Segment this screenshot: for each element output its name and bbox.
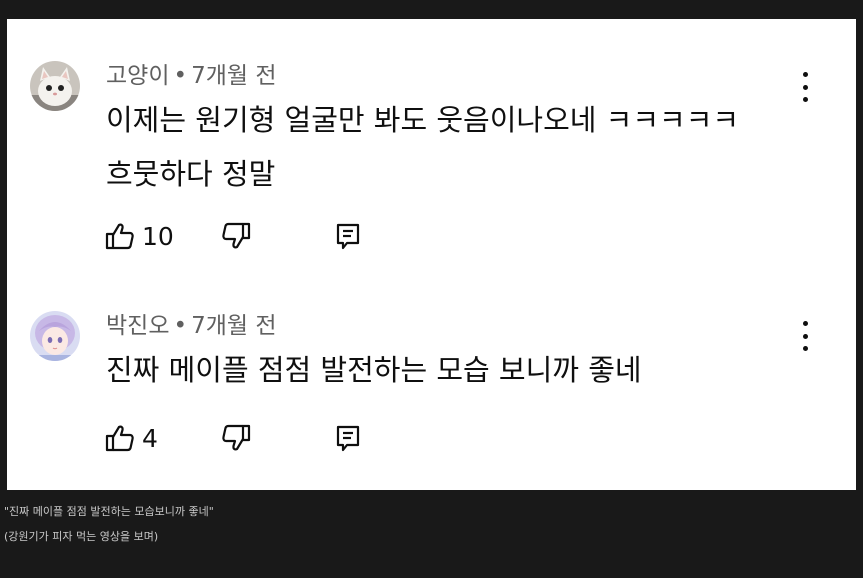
- meta-separator: •: [173, 63, 188, 89]
- comments-panel: 고양이 • 7개월 전 이제는 원기형 얼굴만 봐도 웃음이나오네 ㅋㅋㅋㅋㅋ 흐뭇…: [7, 19, 856, 490]
- reply-button[interactable]: [332, 218, 364, 254]
- comment-line: 진짜 메이플 점점 발전하는 모습 보니까 좋네: [106, 353, 642, 387]
- more-vert-icon[interactable]: [793, 321, 817, 351]
- comment-line: 이제는 원기형 얼굴만 봐도 웃음이나오네 ㅋㅋㅋㅋㅋ: [106, 103, 740, 137]
- like-button[interactable]: 10: [104, 218, 174, 254]
- dislike-button[interactable]: [220, 218, 252, 254]
- like-button[interactable]: 4: [104, 420, 158, 456]
- reply-icon: [336, 425, 360, 452]
- cat-avatar-icon: [30, 61, 80, 111]
- comment-text: 진짜 메이플 점점 발전하는 모습 보니까 좋네: [106, 347, 642, 393]
- comment-meta: 고양이 • 7개월 전: [106, 61, 277, 91]
- anime-avatar-icon: [30, 311, 80, 361]
- caption-note: (강원기가 피자 먹는 영상을 보며): [4, 530, 159, 543]
- comment-time[interactable]: 7개월 전: [191, 313, 276, 339]
- comment-line: 흐뭇하다 정말: [106, 157, 276, 191]
- like-count: 4: [142, 423, 158, 453]
- comment-meta: 박진오 • 7개월 전: [106, 311, 277, 341]
- dislike-button[interactable]: [220, 420, 252, 456]
- like-count: 10: [142, 221, 174, 251]
- meta-separator: •: [173, 313, 188, 339]
- author-name[interactable]: 박진오: [106, 313, 169, 339]
- comment-text: 이제는 원기형 얼굴만 봐도 웃음이나오네 ㅋㅋㅋㅋㅋ 흐뭇하다 정말: [106, 97, 739, 197]
- thumbs-up-icon: [105, 425, 134, 452]
- thumbs-down-icon: [222, 222, 251, 249]
- thumbs-up-icon: [105, 223, 134, 250]
- reply-button[interactable]: [332, 420, 364, 456]
- avatar[interactable]: [30, 61, 80, 111]
- comment-time[interactable]: 7개월 전: [191, 63, 276, 89]
- author-name[interactable]: 고양이: [106, 63, 169, 89]
- reply-icon: [336, 223, 360, 250]
- caption-quote: "진짜 메이플 점점 발전하는 모습보니까 좋네": [4, 505, 214, 518]
- avatar[interactable]: [30, 311, 80, 361]
- thumbs-down-icon: [222, 424, 251, 451]
- more-vert-icon[interactable]: [793, 72, 817, 102]
